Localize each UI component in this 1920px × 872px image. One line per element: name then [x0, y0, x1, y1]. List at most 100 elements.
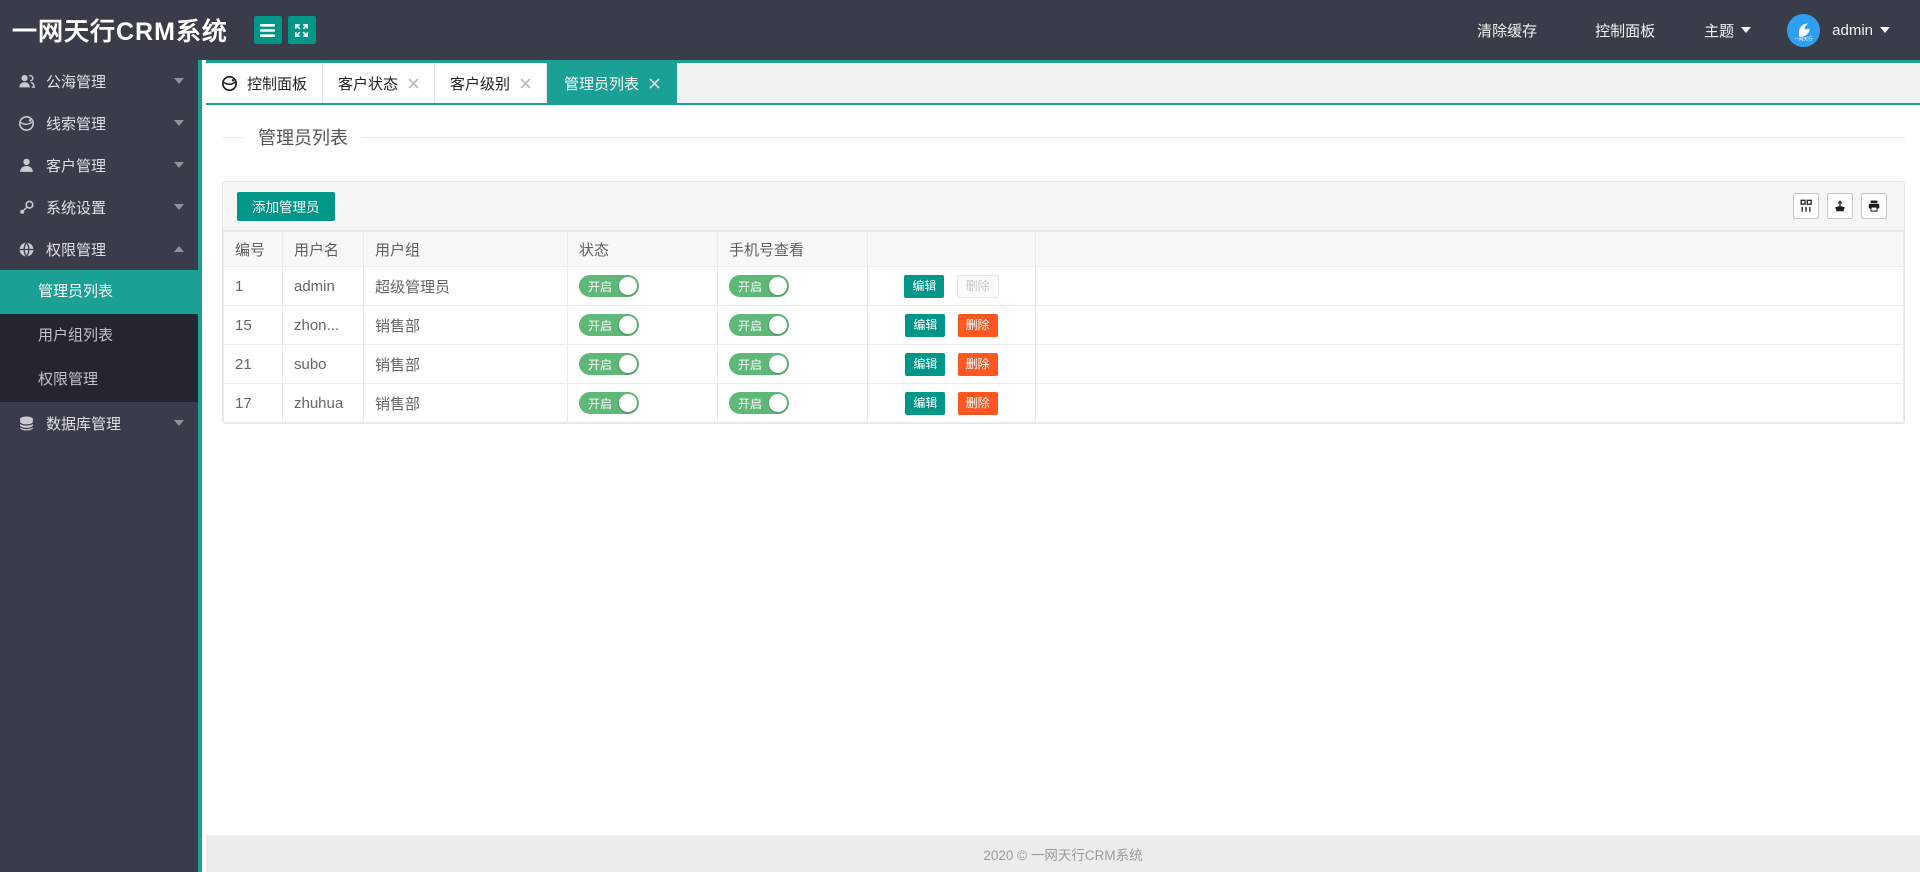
- edit-button[interactable]: 编辑: [905, 391, 946, 415]
- control-panel-link[interactable]: 控制面板: [1595, 20, 1655, 41]
- toggle-label: 开启: [588, 279, 613, 294]
- sidebar-item-permissions[interactable]: 权限管理: [0, 228, 198, 270]
- toggle-knob: [619, 394, 637, 412]
- sidebar-item-label: 公海管理: [46, 73, 107, 91]
- sidebar-item-public-sea[interactable]: 公海管理: [0, 60, 198, 102]
- clear-cache-link[interactable]: 清除缓存: [1477, 20, 1537, 41]
- svg-text:一网天行: 一网天行: [1794, 35, 1813, 42]
- permission-icon: [18, 241, 35, 258]
- sidebar-subitem-permissions[interactable]: 权限管理: [0, 358, 198, 402]
- chevron-down-icon: [1741, 27, 1752, 33]
- phone-view-toggle[interactable]: 开启: [729, 314, 789, 336]
- table-row: 1 admin 超级管理员 开启 开启 编辑 删除: [223, 266, 1904, 306]
- sidebar-item-customers[interactable]: 客户管理: [0, 144, 198, 186]
- avatar[interactable]: 一网天行: [1787, 13, 1821, 47]
- sidebar-item-label: 客户管理: [46, 157, 107, 175]
- tab-dashboard[interactable]: 控制面板: [206, 63, 324, 103]
- phone-view-toggle[interactable]: 开启: [729, 353, 789, 375]
- cell-id: 1: [223, 266, 283, 306]
- cell-filler: [1035, 344, 1904, 384]
- edit-button[interactable]: 编辑: [904, 274, 945, 298]
- delete-button-disabled: 删除: [956, 274, 999, 298]
- phone-view-toggle[interactable]: 开启: [729, 392, 789, 414]
- toggle-knob: [619, 355, 637, 373]
- status-toggle[interactable]: 开启: [579, 275, 639, 297]
- cell-group: 销售部: [363, 344, 568, 384]
- delete-button[interactable]: 删除: [957, 313, 998, 337]
- user-menu[interactable]: admin: [1832, 22, 1890, 39]
- toggle-label: 开启: [738, 357, 763, 372]
- toolbar-icon-group: [1793, 193, 1887, 219]
- delete-button[interactable]: 删除: [957, 352, 998, 376]
- sidebar-item-leads[interactable]: 线索管理: [0, 102, 198, 144]
- footer: 2020 © 一网天行CRM系统: [206, 835, 1920, 872]
- sidebar-item-database[interactable]: 数据库管理: [0, 402, 198, 444]
- title-rule-right: [362, 136, 1905, 138]
- fullscreen-button[interactable]: [287, 16, 316, 44]
- sidebar-subitem-user-groups[interactable]: 用户组列表: [0, 314, 198, 358]
- edit-button[interactable]: 编辑: [905, 352, 946, 376]
- close-icon[interactable]: [649, 77, 660, 89]
- toggle-knob: [769, 316, 787, 334]
- print-icon[interactable]: [1861, 193, 1887, 219]
- status-toggle[interactable]: 开启: [579, 392, 639, 414]
- phone-view-toggle[interactable]: 开启: [729, 275, 789, 297]
- cell-filler: [1035, 266, 1904, 306]
- toggle-knob: [619, 316, 637, 334]
- toggle-knob: [769, 277, 787, 295]
- tab-admin-list[interactable]: 管理员列表: [547, 63, 678, 103]
- delete-button[interactable]: 删除: [957, 391, 998, 415]
- chevron-down-icon: [1880, 27, 1890, 33]
- close-icon[interactable]: [408, 77, 419, 89]
- col-header-id: 编号: [223, 231, 283, 267]
- chevron-down-icon: [174, 204, 184, 210]
- collapse-sidebar-button[interactable]: [253, 16, 282, 44]
- theme-dropdown[interactable]: 主题: [1704, 20, 1752, 41]
- cell-username: zhon...: [282, 305, 364, 345]
- status-toggle[interactable]: 开启: [579, 353, 639, 375]
- page-title-row: 管理员列表: [222, 125, 1905, 149]
- tab-label: 控制面板: [247, 75, 308, 93]
- add-admin-button[interactable]: 添加管理员: [237, 191, 335, 221]
- table-panel: 添加管理员 编号 用户名 用户组 状态 手机号查看 1 admin 超级管理员 …: [222, 181, 1905, 424]
- settings-icon: [18, 199, 35, 216]
- cell-group: 超级管理员: [363, 266, 568, 306]
- tab-customer-status[interactable]: 客户状态: [323, 63, 436, 103]
- chevron-down-icon: [174, 78, 184, 84]
- globe-icon: [18, 115, 35, 132]
- hamburger-icon: [260, 23, 276, 37]
- table-row: 17 zhuhua 销售部 开启 开启 编辑 删除: [223, 383, 1904, 423]
- status-toggle[interactable]: 开启: [579, 314, 639, 336]
- close-icon[interactable]: [520, 77, 531, 89]
- tab-label: 管理员列表: [564, 75, 640, 93]
- tab-label: 客户级别: [450, 75, 511, 93]
- table-header-row: 编号 用户名 用户组 状态 手机号查看: [223, 231, 1904, 267]
- edit-button[interactable]: 编辑: [905, 313, 946, 337]
- sidebar-subitem-admin-list[interactable]: 管理员列表: [0, 270, 198, 314]
- cell-group: 销售部: [363, 305, 568, 345]
- table-row: 21 subo 销售部 开启 开启 编辑 删除: [223, 344, 1904, 384]
- col-header-filler: [1035, 231, 1904, 267]
- col-header-status: 状态: [567, 231, 718, 267]
- col-header-group: 用户组: [363, 231, 568, 267]
- sidebar: 公海管理 线索管理 客户管理 系统设置 权限管理 管理员列表 用户组列表 权限管…: [0, 60, 202, 872]
- toggle-label: 开启: [738, 279, 763, 294]
- table-toolbar: 添加管理员: [223, 182, 1904, 231]
- cell-username: zhuhua: [282, 383, 364, 423]
- cell-group: 销售部: [363, 383, 568, 423]
- col-header-ops: [867, 231, 1036, 267]
- col-header-phone-view: 手机号查看: [717, 231, 868, 267]
- expand-icon: [294, 23, 309, 38]
- copyright-text: 2020 © 一网天行CRM系统: [983, 847, 1143, 863]
- sidebar-item-settings[interactable]: 系统设置: [0, 186, 198, 228]
- cell-username: subo: [282, 344, 364, 384]
- tab-customer-level[interactable]: 客户级别: [435, 63, 548, 103]
- sidebar-item-label: 数据库管理: [46, 415, 122, 433]
- cell-filler: [1035, 383, 1904, 423]
- export-icon[interactable]: [1827, 193, 1853, 219]
- cell-filler: [1035, 305, 1904, 345]
- chevron-down-icon: [174, 420, 184, 426]
- columns-filter-icon[interactable]: [1793, 193, 1819, 219]
- tab-bar: 控制面板 客户状态 客户级别 管理员列表: [206, 60, 1920, 105]
- tab-label: 客户状态: [338, 75, 399, 93]
